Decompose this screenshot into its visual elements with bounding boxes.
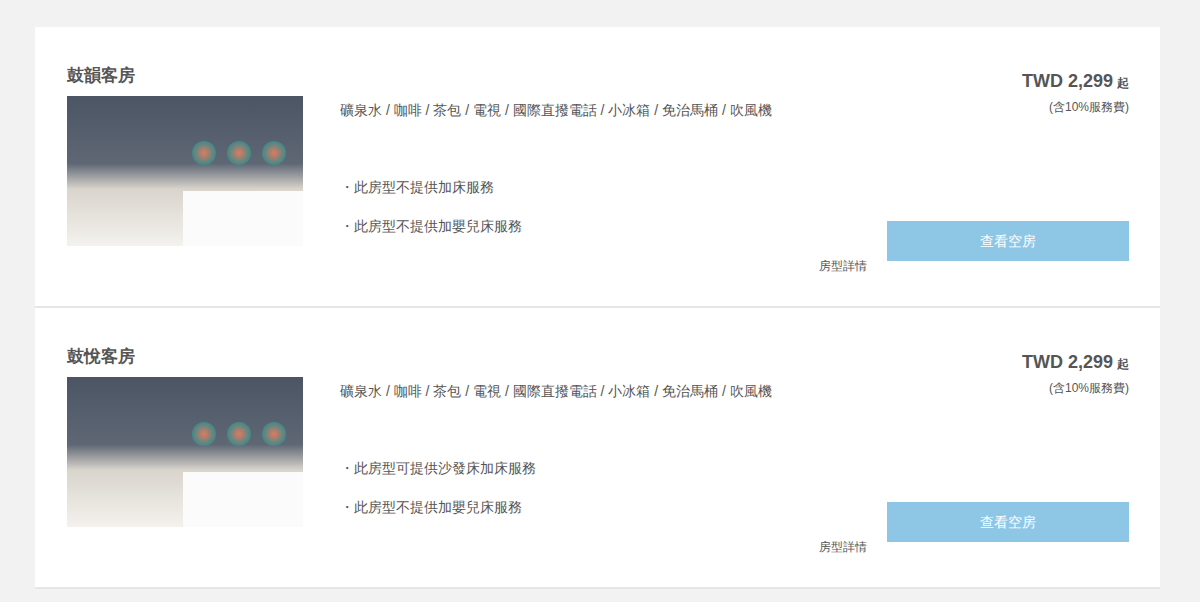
check-availability-button[interactable]: 查看空房 bbox=[887, 502, 1129, 542]
room-notes: ・此房型不提供加床服務・此房型不提供加嬰兒床服務 bbox=[340, 177, 867, 255]
details-link[interactable]: 房型詳情 bbox=[340, 539, 867, 555]
price-amount: TWD 2,299 bbox=[1022, 352, 1113, 372]
room-note: ・此房型不提供加嬰兒床服務 bbox=[340, 497, 867, 517]
room-info: 礦泉水 / 咖啡 / 茶包 / 電視 / 國際直撥電話 / 小冰箱 / 免治馬桶… bbox=[303, 65, 887, 274]
price-panel: TWD 2,299 起 (含10%服務費) 查看空房 bbox=[887, 346, 1129, 555]
price-note: (含10%服務費) bbox=[1049, 380, 1129, 396]
price-panel: TWD 2,299 起 (含10%服務費) 查看空房 bbox=[887, 65, 1129, 274]
wall-art bbox=[227, 141, 251, 165]
price-suffix: 起 bbox=[1117, 357, 1129, 371]
price: TWD 2,299 起 bbox=[1022, 69, 1129, 95]
room-header: 鼓韻客房 bbox=[67, 65, 303, 274]
wall-art bbox=[192, 141, 216, 165]
room-info: 礦泉水 / 咖啡 / 茶包 / 電視 / 國際直撥電話 / 小冰箱 / 免治馬桶… bbox=[303, 346, 887, 555]
room-name: 鼓韻客房 bbox=[67, 65, 303, 87]
room-note: ・此房型不提供加床服務 bbox=[340, 177, 867, 197]
room-row: 鼓韻客房礦泉水 / 咖啡 / 茶包 / 電視 / 國際直撥電話 / 小冰箱 / … bbox=[35, 27, 1160, 308]
room-row: 鼓悅客房礦泉水 / 咖啡 / 茶包 / 電視 / 國際直撥電話 / 小冰箱 / … bbox=[35, 308, 1160, 589]
price-note: (含10%服務費) bbox=[1049, 99, 1129, 115]
room-photo bbox=[67, 96, 303, 246]
room-note: ・此房型不提供加嬰兒床服務 bbox=[340, 216, 867, 236]
wall-art bbox=[227, 422, 251, 446]
room-photo bbox=[67, 377, 303, 527]
price-amount: TWD 2,299 bbox=[1022, 71, 1113, 91]
amenities: 礦泉水 / 咖啡 / 茶包 / 電視 / 國際直撥電話 / 小冰箱 / 免治馬桶… bbox=[340, 100, 867, 120]
room-notes: ・此房型可提供沙發床加床服務・此房型不提供加嬰兒床服務 bbox=[340, 458, 867, 536]
bed-shape bbox=[183, 472, 303, 527]
room-header: 鼓悅客房 bbox=[67, 346, 303, 555]
room-list: 鼓韻客房礦泉水 / 咖啡 / 茶包 / 電視 / 國際直撥電話 / 小冰箱 / … bbox=[35, 27, 1160, 589]
wall-art bbox=[262, 141, 286, 165]
price: TWD 2,299 起 bbox=[1022, 350, 1129, 376]
room-name: 鼓悅客房 bbox=[67, 346, 303, 368]
wall-art bbox=[262, 422, 286, 446]
details-link[interactable]: 房型詳情 bbox=[340, 258, 867, 274]
room-note: ・此房型可提供沙發床加床服務 bbox=[340, 458, 867, 478]
amenities: 礦泉水 / 咖啡 / 茶包 / 電視 / 國際直撥電話 / 小冰箱 / 免治馬桶… bbox=[340, 381, 867, 401]
price-suffix: 起 bbox=[1117, 76, 1129, 90]
bed-shape bbox=[183, 191, 303, 246]
check-availability-button[interactable]: 查看空房 bbox=[887, 221, 1129, 261]
wall-art bbox=[192, 422, 216, 446]
